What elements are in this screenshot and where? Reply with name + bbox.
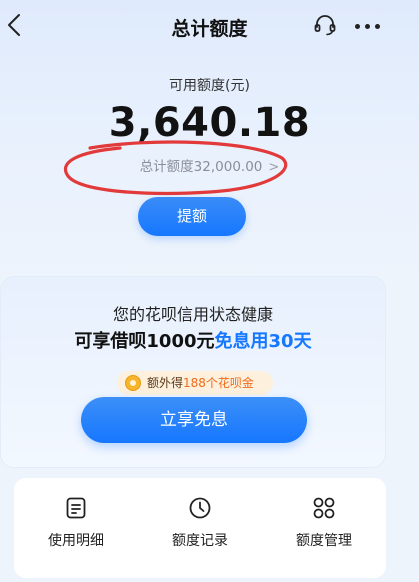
credit-management-link[interactable]: 额度管理 xyxy=(262,478,386,578)
usage-details-link[interactable]: 使用明细 xyxy=(14,478,138,578)
offer-highlight: 免息用30天 xyxy=(214,331,312,352)
interest-free-offer: 可享借呗1000元免息用30天 xyxy=(1,327,385,353)
quick-links-panel: 使用明细 额度记录 额度管理 xyxy=(14,478,386,578)
bonus-prefix: 额外得 xyxy=(147,376,184,390)
raise-limit-button[interactable]: 提额 xyxy=(138,197,246,236)
credit-management-label: 额度管理 xyxy=(296,533,352,549)
total-credit-text: 总计额度32,000.00 xyxy=(139,159,263,175)
usage-details-label: 使用明细 xyxy=(48,533,104,549)
gold-coin-icon xyxy=(125,375,141,391)
promo-card: 您的花呗信用状态健康 可享借呗1000元免息用30天 额外得188个花呗金 立享… xyxy=(0,276,386,468)
credit-record-label: 额度记录 xyxy=(172,533,228,549)
grid-icon xyxy=(313,497,335,519)
chevron-right-icon: > xyxy=(268,160,280,175)
credit-status-text: 您的花呗信用状态健康 xyxy=(112,305,273,324)
offer-prefix: 可享借呗1000元 xyxy=(74,331,215,352)
clock-icon xyxy=(189,497,211,519)
customer-service-headset-icon[interactable] xyxy=(313,13,337,37)
enjoy-interest-free-button[interactable]: 立享免息 xyxy=(81,397,307,443)
document-list-icon xyxy=(66,497,86,519)
available-credit-amount: 3,640.18 xyxy=(108,100,311,146)
nav-bar: 总计额度 xyxy=(0,0,419,52)
more-options-icon[interactable] xyxy=(355,24,381,30)
total-credit-link[interactable]: 总计额度32,000.00 > xyxy=(0,155,419,175)
bonus-amount: 188个花呗金 xyxy=(183,376,254,390)
available-credit-label: 可用额度(元) xyxy=(169,78,250,94)
credit-record-link[interactable]: 额度记录 xyxy=(138,478,262,578)
bonus-badge: 额外得188个花呗金 xyxy=(117,371,273,395)
